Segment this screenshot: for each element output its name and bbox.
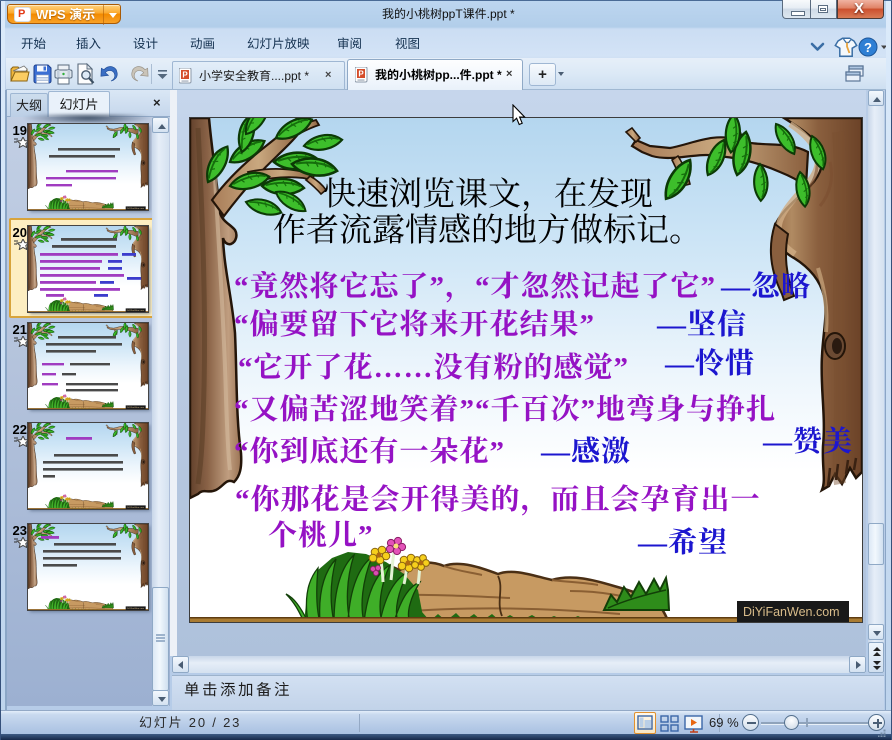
svg-text:DiYiFanWen.com: DiYiFanWen.com: [743, 605, 840, 619]
svg-text:P: P: [358, 70, 364, 79]
svg-text:P: P: [182, 71, 188, 80]
svg-text:?: ?: [864, 40, 872, 55]
